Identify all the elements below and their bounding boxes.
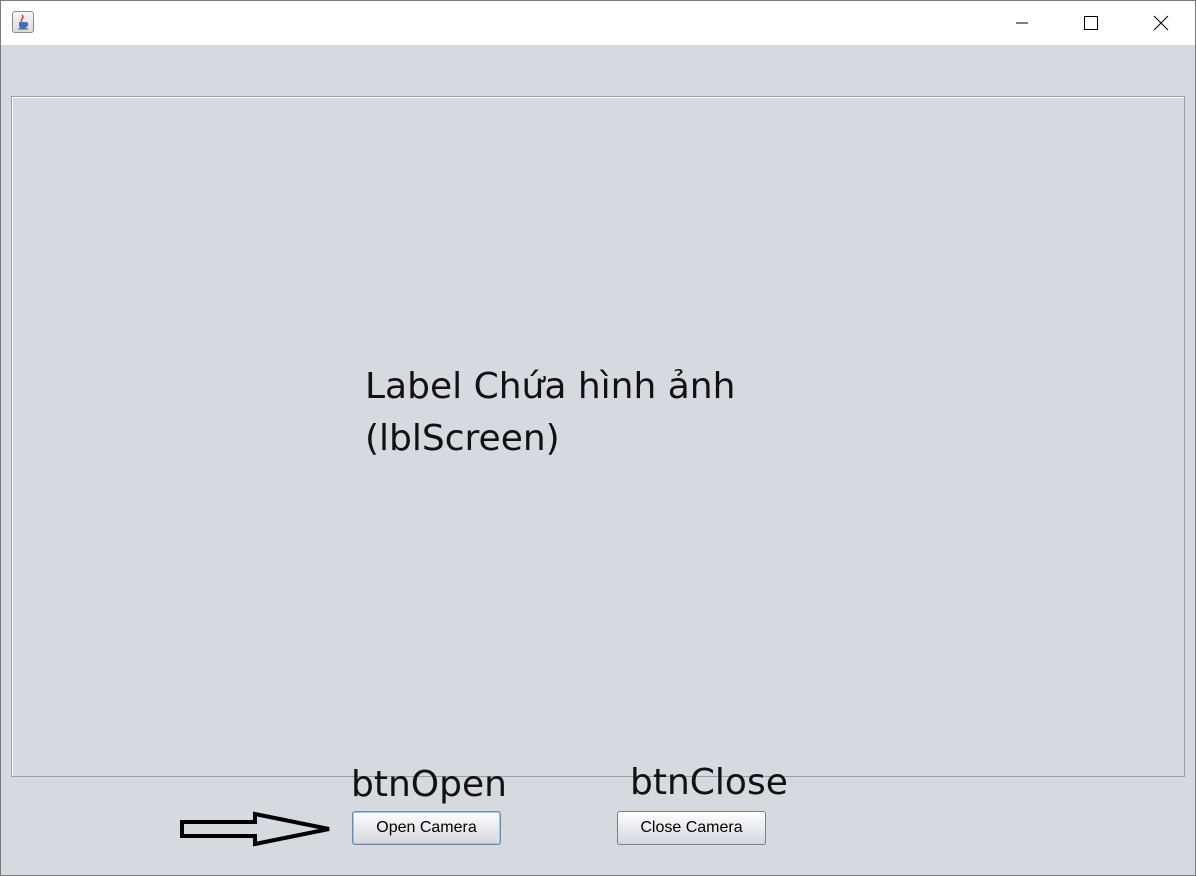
arrow-right-icon: [180, 811, 330, 847]
maximize-button[interactable]: [1068, 1, 1114, 45]
app-window: Label Chứa hình ảnh (lblScreen) btnOpen …: [0, 0, 1196, 876]
screen-annotation-line2: (lblScreen): [365, 418, 560, 460]
close-window-button[interactable]: [1138, 1, 1184, 45]
screen-annotation-line1: Label Chứa hình ảnh: [365, 366, 736, 407]
close-camera-button[interactable]: Close Camera: [617, 811, 766, 845]
minimize-button[interactable]: [999, 1, 1045, 45]
screen-annotation: Label Chứa hình ảnh (lblScreen): [365, 361, 735, 465]
open-camera-button[interactable]: Open Camera: [352, 811, 501, 845]
java-cup-icon[interactable]: [12, 11, 34, 33]
btn-close-annotation: btnClose: [630, 762, 788, 803]
close-icon: [1153, 15, 1169, 31]
maximize-icon: [1084, 16, 1098, 30]
minimize-icon: [1016, 22, 1028, 24]
btn-open-annotation: btnOpen: [351, 764, 507, 805]
title-bar[interactable]: [1, 1, 1195, 45]
